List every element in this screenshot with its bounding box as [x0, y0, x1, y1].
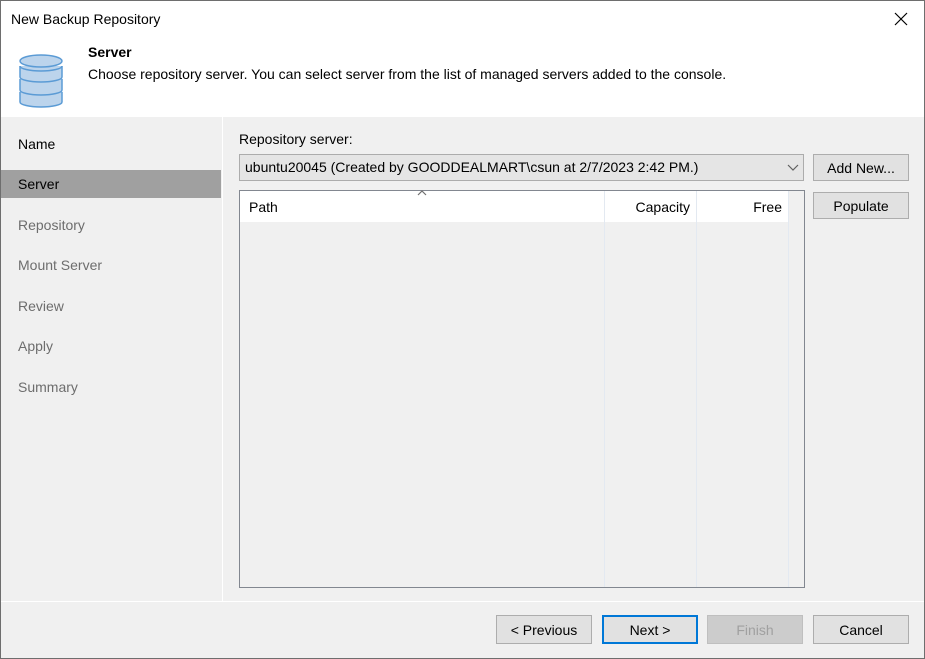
step-server[interactable]: Server: [1, 170, 221, 198]
step-description: Choose repository server. You can select…: [88, 66, 727, 82]
step-mount-server[interactable]: Mount Server: [1, 251, 221, 279]
add-new-button[interactable]: Add New...: [813, 154, 909, 181]
wizard-header: Server Choose repository server. You can…: [1, 37, 924, 117]
step-review[interactable]: Review: [1, 292, 221, 320]
table-header: Path Capacity Free: [240, 190, 788, 222]
column-divider: [604, 191, 605, 587]
close-button[interactable]: [878, 1, 924, 37]
column-divider: [696, 191, 697, 587]
title-bar: New Backup Repository: [1, 1, 924, 37]
step-name[interactable]: Name: [1, 130, 221, 158]
column-header-capacity[interactable]: Capacity: [604, 191, 690, 222]
step-summary[interactable]: Summary: [1, 373, 221, 401]
step-content: Repository server: ubuntu20045 (Created …: [223, 117, 924, 601]
wizard-steps: Name Server Repository Mount Server Revi…: [1, 117, 223, 601]
repository-server-value: ubuntu20045 (Created by GOODDEALMART\csu…: [245, 159, 699, 175]
path-table[interactable]: Path Capacity Free: [239, 190, 805, 588]
chevron-down-icon: [787, 164, 799, 171]
populate-button[interactable]: Populate: [813, 192, 909, 219]
cancel-button[interactable]: Cancel: [813, 615, 909, 644]
repository-server-label: Repository server:: [239, 131, 353, 147]
step-title: Server: [88, 44, 132, 60]
sort-ascending-icon: [417, 190, 427, 196]
window-title: New Backup Repository: [11, 11, 161, 27]
step-apply[interactable]: Apply: [1, 332, 221, 360]
repository-server-dropdown[interactable]: ubuntu20045 (Created by GOODDEALMART\csu…: [239, 154, 804, 181]
close-icon: [894, 12, 908, 26]
column-header-path[interactable]: Path: [249, 191, 278, 222]
wizard-window: New Backup Repository Server Choose repo…: [0, 0, 925, 659]
next-button[interactable]: Next >: [602, 615, 698, 644]
footer-divider: [1, 601, 924, 602]
previous-button[interactable]: < Previous: [496, 615, 592, 644]
database-icon: [19, 54, 63, 108]
step-repository[interactable]: Repository: [1, 211, 221, 239]
column-divider: [788, 191, 789, 587]
finish-button: Finish: [707, 615, 803, 644]
column-header-free[interactable]: Free: [697, 191, 782, 222]
